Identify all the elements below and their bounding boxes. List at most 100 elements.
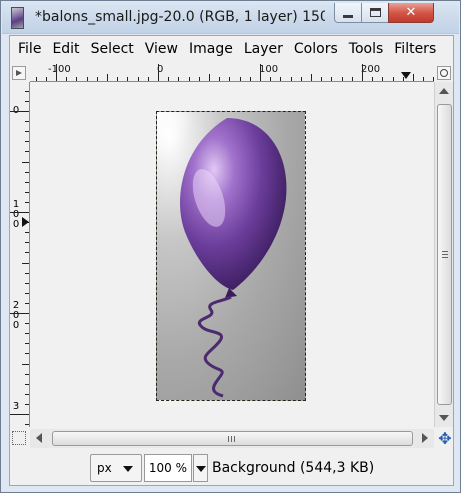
ruler-tick xyxy=(45,77,47,81)
vruler-label: 3 xyxy=(12,401,20,412)
unit-selector[interactable]: px xyxy=(90,454,142,482)
ruler-tick xyxy=(413,74,414,81)
ruler-tick xyxy=(25,131,29,133)
close-icon: ✕ xyxy=(405,5,417,20)
window-client-area: File Edit Select View Image Layer Colors… xyxy=(9,35,454,486)
maximize-button[interactable] xyxy=(361,3,389,23)
zoom-dropdown-button[interactable] xyxy=(193,454,208,482)
ruler-tick xyxy=(25,181,29,183)
ruler-tick xyxy=(66,77,68,81)
minimize-icon xyxy=(343,15,353,18)
vertical-scrollbar[interactable] xyxy=(434,82,453,427)
ruler-tick xyxy=(25,151,29,153)
vertical-ruler[interactable]: 0 1 0 0 2 0 0 3 xyxy=(10,82,30,427)
ruler-tick xyxy=(311,74,312,81)
ruler-tick xyxy=(25,272,29,274)
pointer-position-marker xyxy=(401,72,411,79)
menu-view[interactable]: View xyxy=(137,41,178,57)
ruler-tick xyxy=(86,77,88,81)
menu-tools[interactable]: Tools xyxy=(341,41,384,57)
menu-bar: File Edit Select View Image Layer Colors… xyxy=(10,36,453,62)
menu-filters[interactable]: Filters xyxy=(386,41,436,57)
move-cross-icon[interactable]: ✥ xyxy=(437,431,453,447)
ruler-tick xyxy=(209,74,210,81)
ruler-tick xyxy=(10,414,29,415)
ruler-tick xyxy=(22,363,29,365)
menu-select[interactable]: Select xyxy=(83,41,134,57)
ruler-tick xyxy=(423,77,425,81)
ruler-tick xyxy=(229,77,231,81)
scroll-left-icon[interactable] xyxy=(36,433,42,443)
ruler-tick xyxy=(107,74,108,81)
ruler-tick xyxy=(280,77,282,81)
vruler-label: 2 0 0 xyxy=(12,300,20,331)
title-bar: *balons_small.jpg-20.0 (RGB, 1 layer) 15… xyxy=(2,2,459,34)
ruler-tick xyxy=(341,77,343,81)
ruler-tick xyxy=(382,77,384,81)
ruler-tick xyxy=(25,393,29,395)
ruler-tick xyxy=(219,77,221,81)
maximize-icon xyxy=(369,8,381,17)
ruler-tick xyxy=(198,77,200,81)
window-title: *balons_small.jpg-20.0 (RGB, 1 layer) 15… xyxy=(35,9,325,25)
image-thumbnail-icon xyxy=(11,7,24,29)
ruler-tick xyxy=(25,282,29,284)
ruler-tick xyxy=(25,403,29,405)
ruler-tick xyxy=(178,77,180,81)
ruler-tick xyxy=(147,77,149,81)
horizontal-scrollbar[interactable] xyxy=(30,429,434,448)
menu-layer[interactable]: Layer xyxy=(236,41,283,57)
ruler-tick xyxy=(25,141,29,143)
vruler-label: 1 0 0 xyxy=(12,199,20,230)
ruler-tick xyxy=(25,191,29,193)
horizontal-scroll-thumb[interactable] xyxy=(52,431,413,446)
ruler-tick xyxy=(188,77,190,81)
menu-file[interactable]: File xyxy=(10,41,41,57)
ruler-tick xyxy=(351,77,353,81)
scroll-right-icon[interactable] xyxy=(422,433,428,443)
image-canvas[interactable] xyxy=(30,82,434,427)
ruler-tick xyxy=(270,77,272,81)
grip-icon xyxy=(228,436,235,442)
ruler-tick xyxy=(127,77,129,81)
ruler-tick xyxy=(300,77,302,81)
ruler-tick xyxy=(10,313,29,314)
ruler-tick xyxy=(25,333,29,335)
ruler-tick xyxy=(158,64,159,81)
vertical-scroll-thumb[interactable] xyxy=(437,104,452,405)
horizontal-ruler[interactable]: -100 0 100 200 xyxy=(30,64,435,82)
ruler-tick xyxy=(168,77,170,81)
scroll-up-icon[interactable] xyxy=(439,88,449,94)
balloon-ribbon xyxy=(197,295,232,398)
zoom-input[interactable]: 100 % xyxy=(144,454,192,482)
menu-colors[interactable]: Colors xyxy=(286,41,338,57)
hruler-label: 100 xyxy=(259,64,279,75)
ruler-tick xyxy=(249,77,251,81)
ruler-tick xyxy=(25,343,29,345)
layer-status-text: Background (544,3 KB) xyxy=(212,460,375,476)
zoom-image-icon[interactable] xyxy=(437,66,451,80)
scroll-down-icon[interactable] xyxy=(439,415,449,421)
ruler-menu-button[interactable] xyxy=(12,66,26,80)
ruler-tick xyxy=(260,64,261,81)
close-button[interactable]: ✕ xyxy=(388,3,434,23)
minimize-button[interactable] xyxy=(334,3,362,23)
image-layer-boundary[interactable] xyxy=(156,111,306,401)
ruler-tick xyxy=(25,323,29,325)
ruler-tick xyxy=(25,232,29,234)
menu-edit[interactable]: Edit xyxy=(44,41,79,57)
ruler-tick xyxy=(137,77,139,81)
ruler-tick xyxy=(56,64,57,81)
ruler-tick xyxy=(25,373,29,375)
ruler-tick xyxy=(372,77,374,81)
chevron-down-icon xyxy=(123,466,133,472)
status-bar: px 100 % Background (544,3 KB) xyxy=(10,450,453,485)
ruler-tick xyxy=(392,77,394,81)
ruler-tick xyxy=(25,292,29,294)
ruler-tick xyxy=(22,262,29,264)
quick-mask-icon[interactable] xyxy=(12,431,26,445)
ruler-tick xyxy=(25,383,29,385)
menu-image[interactable]: Image xyxy=(181,41,233,57)
ruler-tick xyxy=(22,161,29,163)
ruler-tick xyxy=(331,77,333,81)
